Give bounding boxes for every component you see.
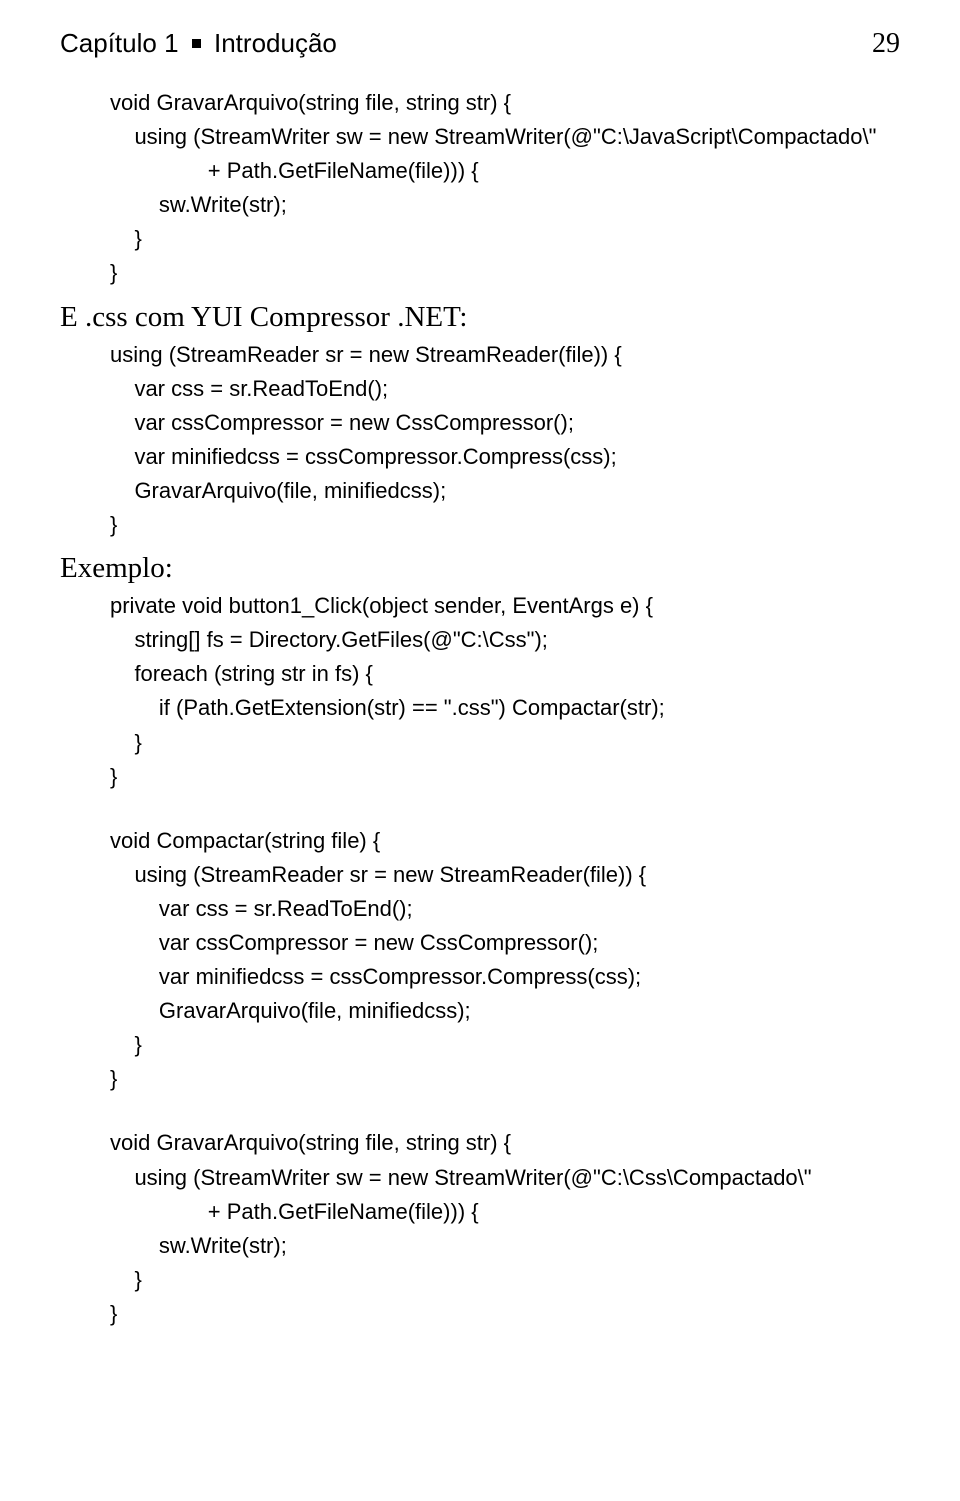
code-block-2: using (StreamReader sr = new StreamReade… bbox=[60, 338, 900, 543]
spacer bbox=[60, 794, 900, 824]
spacer bbox=[60, 1096, 900, 1126]
page-container: Capítulo 1 Introdução 29 void GravarArqu… bbox=[0, 0, 960, 1371]
chapter-title: Introdução bbox=[214, 28, 337, 58]
chapter-label: Capítulo 1 Introdução bbox=[60, 28, 337, 59]
section-label-exemplo: Exemplo: bbox=[60, 552, 900, 585]
page-header: Capítulo 1 Introdução 29 bbox=[60, 28, 900, 60]
chapter-prefix: Capítulo 1 bbox=[60, 28, 179, 58]
code-block-4: void Compactar(string file) { using (Str… bbox=[60, 824, 900, 1097]
section-label-css-yui: E .css com YUI Compressor .NET: bbox=[60, 301, 900, 334]
square-separator-icon bbox=[192, 39, 201, 48]
code-block-1: void GravarArquivo(string file, string s… bbox=[60, 86, 900, 291]
code-block-5: void GravarArquivo(string file, string s… bbox=[60, 1126, 900, 1331]
page-number: 29 bbox=[872, 28, 900, 60]
code-block-3: private void button1_Click(object sender… bbox=[60, 589, 900, 794]
